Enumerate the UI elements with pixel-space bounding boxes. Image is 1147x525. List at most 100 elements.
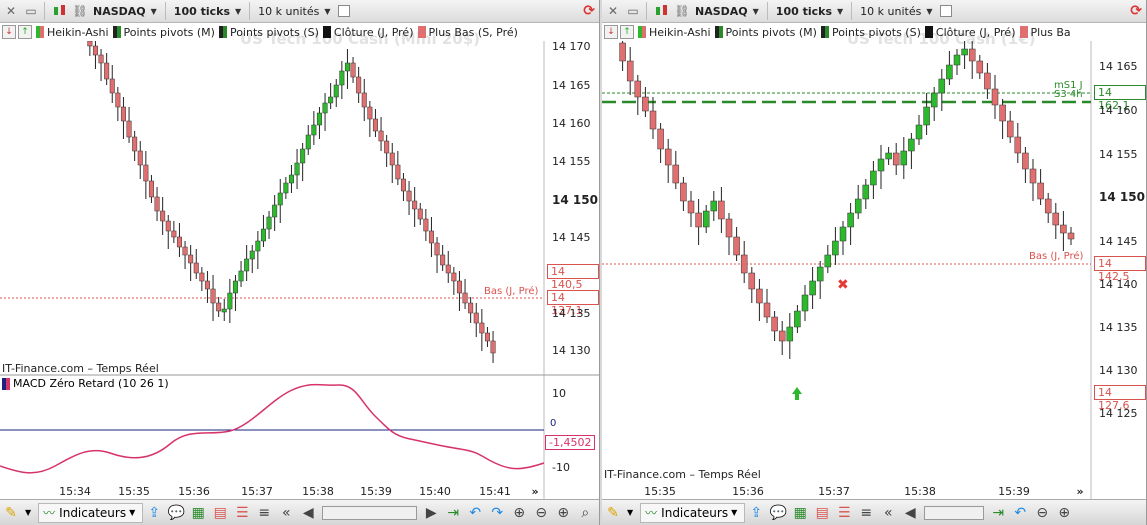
menu-icon[interactable]: ≡: [855, 503, 877, 523]
scroll-down-icon[interactable]: ↓: [2, 25, 16, 39]
legend-pivots-s[interactable]: Points pivots (S): [820, 26, 921, 39]
orders-icon[interactable]: ☰: [231, 503, 253, 523]
candle-body: [1006, 120, 1014, 138]
orders-icon[interactable]: ☰: [833, 503, 855, 523]
scroll-start-icon[interactable]: «: [877, 503, 899, 523]
scroll-down-icon[interactable]: ↓: [604, 25, 618, 39]
zoom-reset-icon[interactable]: ⌕: [574, 503, 596, 523]
candlestick-icon[interactable]: [51, 2, 69, 20]
candle-body: [984, 72, 991, 90]
zoom-in-icon[interactable]: ⊕: [552, 503, 574, 523]
report-icon[interactable]: ▤: [811, 503, 833, 523]
scroll-up-icon[interactable]: ↑: [18, 25, 32, 39]
zoom-out-icon[interactable]: ⊖: [1031, 503, 1053, 523]
legend-plus-bas[interactable]: Plus Ba: [1019, 26, 1071, 39]
ticks-select[interactable]: 100 ticks ▼: [170, 2, 245, 20]
indicators-button[interactable]: 〰 Indicateurs ▼: [38, 502, 144, 523]
options-checkbox[interactable]: [338, 5, 351, 17]
candle-body: [406, 190, 412, 202]
scroll-up-icon[interactable]: ↑: [620, 25, 634, 39]
chat-icon[interactable]: 💬: [767, 503, 789, 523]
table-icon[interactable]: ▦: [187, 503, 209, 523]
horizontal-scrollbar[interactable]: [924, 505, 985, 520]
drawing-tools-icon[interactable]: ✎: [0, 503, 22, 523]
goto-now-icon[interactable]: ⇥: [442, 503, 464, 523]
candle-body: [794, 310, 801, 328]
candle-body: [839, 226, 847, 242]
candle-body: [294, 162, 300, 176]
ticks-select[interactable]: 100 ticks ▼: [772, 2, 847, 20]
scroll-right-arrow-icon[interactable]: ▶: [420, 503, 442, 523]
candle-body: [384, 140, 390, 154]
units-select[interactable]: 10 k unités ▼: [254, 2, 334, 20]
candle-body: [961, 48, 968, 56]
s3-label: S3 4h: [1054, 89, 1083, 100]
time-axis-right: 15:35 15:36 15:37 15:38 15:39 »: [644, 485, 1084, 498]
scroll-left-icon[interactable]: ◀: [899, 503, 921, 523]
legend-pivots-m[interactable]: Points pivots (M): [112, 26, 215, 39]
scroll-right-icon[interactable]: »: [531, 485, 538, 498]
redo-icon[interactable]: ↷: [486, 503, 508, 523]
candle-body: [176, 236, 182, 248]
candle-body: [725, 218, 733, 238]
candle-body: [395, 164, 401, 180]
share-icon[interactable]: ⇪: [745, 503, 767, 523]
bas-line-label: Bas (J, Pré): [1029, 251, 1084, 262]
legend-pivots-s[interactable]: Points pivots (S): [218, 26, 319, 39]
candle-body: [378, 130, 384, 142]
legend-heikin-ashi[interactable]: Heikin-Ashi: [36, 26, 109, 39]
candle-body: [900, 150, 908, 166]
scroll-start-icon[interactable]: «: [275, 503, 297, 523]
zoom-in-icon[interactable]: ⊕: [1053, 503, 1075, 523]
drawing-tools-icon[interactable]: ✎: [602, 503, 624, 523]
legend-heikin-ashi[interactable]: Heikin-Ashi: [638, 26, 711, 39]
zoom-fit-icon[interactable]: ⊕: [508, 503, 530, 523]
candle-body: [473, 312, 479, 324]
undo-icon[interactable]: ↶: [464, 503, 486, 523]
price-tag-bas: 14 142,5: [1094, 256, 1146, 283]
report-icon[interactable]: ▤: [209, 503, 231, 523]
price-tag-low: 14 127,6: [1094, 385, 1146, 412]
scroll-left-icon[interactable]: ◀: [297, 503, 319, 523]
time-axis-left: 15:34 15:35 15:36 15:37 15:38 15:39 15:4…: [59, 485, 539, 498]
candle-body: [778, 330, 786, 342]
sync-icon[interactable]: ⟳: [1130, 3, 1142, 19]
candle-body: [763, 302, 771, 318]
candle-body: [626, 60, 634, 82]
candle-body: [244, 258, 250, 272]
close-icon[interactable]: ✕: [604, 2, 622, 20]
candle-body: [104, 62, 110, 80]
candle-body: [92, 45, 98, 56]
options-checkbox[interactable]: [940, 5, 953, 17]
table-icon[interactable]: ▦: [789, 503, 811, 523]
legend-plus-bas[interactable]: Plus Bas (S, Pré): [417, 26, 518, 39]
minimize-icon[interactable]: ▭: [22, 2, 40, 20]
goto-now-icon[interactable]: ⇥: [987, 503, 1009, 523]
link-icon[interactable]: ⛓: [71, 2, 89, 20]
candle-body: [255, 240, 261, 252]
units-select[interactable]: 10 k unités ▼: [856, 2, 936, 20]
zoom-out-icon[interactable]: ⊖: [530, 503, 552, 523]
data-source-label: IT-Finance.com – Temps Réel: [604, 468, 761, 481]
share-icon[interactable]: ⇪: [143, 503, 165, 523]
chart-pane-left: ✕ ▭ ⛓ NASDAQ ▼ 100 ticks ▼ 10 k unités ▼ ⟳ …: [0, 0, 600, 525]
minimize-icon[interactable]: ▭: [624, 2, 642, 20]
legend-cloture[interactable]: Clôture (J, Pré): [322, 26, 414, 39]
scroll-right-icon[interactable]: »: [1076, 485, 1083, 498]
price-tag-pivot: 14 162,1: [1094, 85, 1146, 112]
symbol-select[interactable]: NASDAQ ▼: [89, 2, 161, 20]
menu-icon[interactable]: ≡: [253, 503, 275, 523]
candle-body: [311, 124, 317, 136]
legend-cloture[interactable]: Clôture (J, Pré): [924, 26, 1016, 39]
candlestick-icon[interactable]: [653, 2, 671, 20]
legend-pivots-m[interactable]: Points pivots (M): [714, 26, 817, 39]
horizontal-scrollbar[interactable]: [322, 505, 418, 520]
indicators-button[interactable]: 〰 Indicateurs ▼: [640, 502, 746, 523]
macd-legend[interactable]: MACD Zéro Retard (10 26 1): [2, 377, 169, 390]
close-icon[interactable]: ✕: [2, 2, 20, 20]
symbol-select[interactable]: NASDAQ ▼: [691, 2, 763, 20]
chat-icon[interactable]: 💬: [165, 503, 187, 523]
link-icon[interactable]: ⛓: [673, 2, 691, 20]
sync-icon[interactable]: ⟳: [583, 3, 595, 19]
undo-icon[interactable]: ↶: [1009, 503, 1031, 523]
